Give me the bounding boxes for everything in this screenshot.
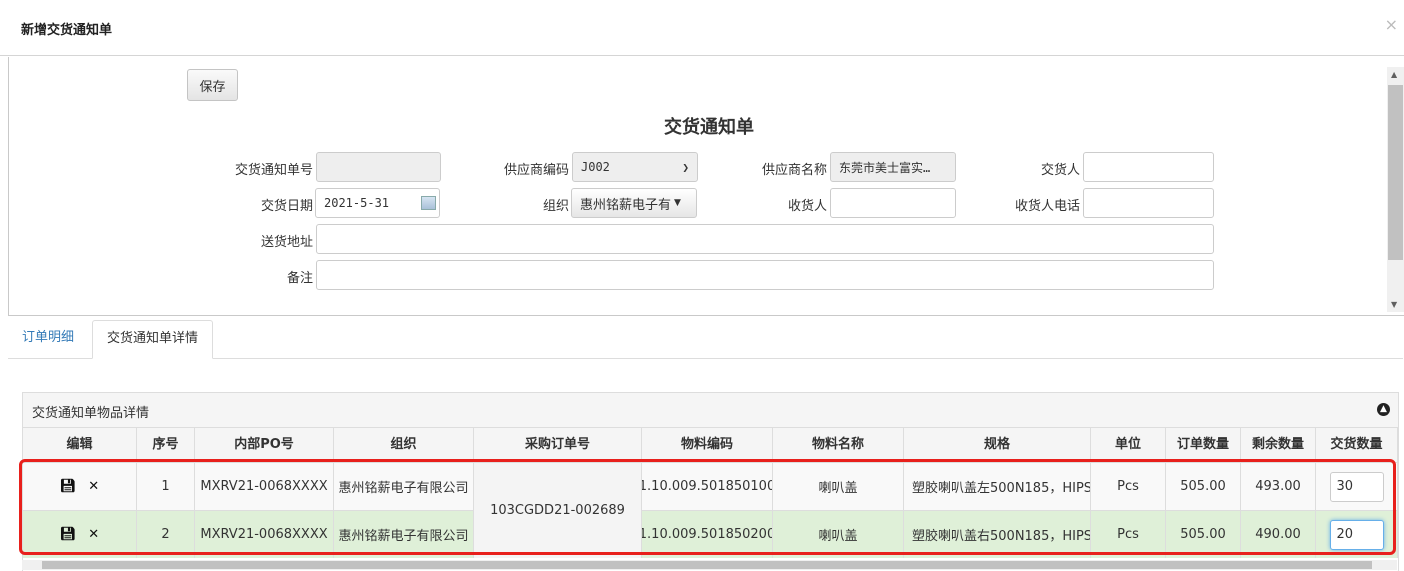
deliverer-label: 交货人 — [1040, 163, 1080, 178]
material-code-cell: 1.10.009.501850100 — [642, 463, 773, 510]
tab-notice-detail[interactable]: 交货通知单详情 — [92, 320, 214, 359]
tab-order-detail[interactable]: 订单明细 — [8, 320, 88, 358]
notice-no-field[interactable] — [316, 152, 441, 182]
address-field[interactable] — [316, 224, 1214, 254]
col-order-qty: 订单数量 — [1166, 428, 1241, 462]
remain-qty-cell: 490.00 — [1241, 511, 1316, 558]
grid-caption: 交货通知单物品详情 ▲ — [23, 393, 1398, 428]
modal-header: 新增交货通知单 × — [0, 0, 1404, 56]
remain-qty-cell: 493.00 — [1241, 463, 1316, 510]
table-header: 编辑 序号 内部PO号 组织 采购订单号 物料编码 物料名称 规格 单位 订单数… — [23, 428, 1398, 463]
spec-cell: 塑胶喇叭盖左500N185，HIPS黑 — [904, 463, 1091, 510]
seq-cell: 1 — [137, 463, 195, 510]
item-grid: 交货通知单物品详情 ▲ 编辑 序号 内部PO号 组织 采购订单号 物料编码 物料… — [22, 392, 1399, 571]
org-cell: 惠州铭薪电子有限公司 — [334, 463, 474, 510]
scrollbar-thumb[interactable] — [42, 561, 1372, 569]
edit-cell: 💾︎ ✕ — [23, 463, 137, 510]
grid-caption-title: 交货通知单物品详情 — [32, 406, 150, 421]
col-remain-qty: 剩余数量 — [1241, 428, 1316, 462]
delivery-date-value: 2021-5-31 — [324, 196, 390, 210]
deliver-qty-input[interactable]: 30 — [1329, 471, 1384, 502]
material-name-cell: 喇叭盖 — [773, 463, 904, 510]
col-deliver-qty: 交货数量 — [1316, 428, 1398, 462]
unit-cell: Pcs — [1091, 463, 1166, 510]
receiver-phone-field[interactable] — [1083, 188, 1214, 218]
chevron-down-icon: ❯ — [682, 161, 689, 174]
edit-cell: 💾︎ ✕ — [23, 511, 137, 558]
form-title: 交货通知单 — [664, 117, 754, 138]
close-icon[interactable]: × — [1385, 15, 1398, 34]
deliver-qty-input[interactable]: 20 — [1329, 519, 1384, 550]
scrollbar-thumb[interactable] — [1388, 85, 1403, 260]
notice-no-label: 交货通知单号 — [234, 163, 313, 178]
col-purchase-order: 采购订单号 — [474, 428, 642, 462]
delivery-date-label: 交货日期 — [260, 199, 313, 214]
deliver-qty-cell: 30 — [1316, 463, 1398, 510]
po-cell: MXRV21-0068XXXX — [195, 511, 334, 558]
org-dropdown[interactable]: 惠州铭薪电子有 ▼ — [571, 188, 697, 218]
purchase-order-cell: 103CGDD21-002689 — [474, 463, 642, 558]
material-name-cell: 喇叭盖 — [773, 511, 904, 558]
vertical-scrollbar[interactable]: ▲ ▼ — [1387, 67, 1404, 312]
col-po: 内部PO号 — [195, 428, 334, 462]
seq-cell: 2 — [137, 511, 195, 558]
scroll-down-icon[interactable]: ▼ — [1391, 300, 1397, 309]
org-cell: 惠州铭薪电子有限公司 — [334, 511, 474, 558]
col-unit: 单位 — [1091, 428, 1166, 462]
col-org: 组织 — [334, 428, 474, 462]
delete-row-icon[interactable]: ✕ — [88, 479, 99, 494]
supplier-code-select[interactable]: J002 ❯ — [572, 152, 698, 182]
save-row-icon[interactable]: 💾︎ — [60, 479, 77, 494]
col-seq: 序号 — [137, 428, 195, 462]
form-panel: 保存 交货通知单 交货通知单号 供应商编码 J002 ❯ 供应商名称 东莞市美士… — [8, 57, 1404, 316]
scroll-up-icon[interactable]: ▲ — [1391, 70, 1397, 79]
horizontal-scrollbar[interactable] — [22, 560, 1397, 570]
receiver-label: 收货人 — [787, 199, 827, 214]
caret-down-icon: ▼ — [674, 198, 681, 208]
unit-cell: Pcs — [1091, 511, 1166, 558]
supplier-name-label: 供应商名称 — [761, 163, 827, 178]
tab-bar: 订单明细 交货通知单详情 — [8, 320, 1403, 359]
supplier-code-label: 供应商编码 — [503, 163, 569, 178]
modal-title: 新增交货通知单 — [21, 23, 113, 38]
deliver-qty-cell: 20 — [1316, 511, 1398, 558]
org-label: 组织 — [542, 199, 569, 214]
delete-row-icon[interactable]: ✕ — [88, 527, 99, 542]
receiver-field[interactable] — [830, 188, 956, 218]
save-row-icon[interactable]: 💾︎ — [60, 527, 77, 542]
save-button[interactable]: 保存 — [187, 69, 238, 101]
calendar-icon[interactable] — [421, 196, 436, 210]
supplier-name-field[interactable]: 东莞市美士富实… — [830, 152, 956, 182]
collapse-icon[interactable]: ▲ — [1377, 403, 1390, 416]
table-row[interactable]: 💾︎ ✕ 2 MXRV21-0068XXXX 惠州铭薪电子有限公司 1.10.0… — [23, 511, 1398, 558]
order-qty-cell: 505.00 — [1166, 463, 1241, 510]
address-label: 送货地址 — [260, 235, 313, 250]
deliverer-field[interactable] — [1083, 152, 1214, 182]
org-value: 惠州铭薪电子有 — [580, 197, 672, 213]
po-cell: MXRV21-0068XXXX — [195, 463, 334, 510]
spec-cell: 塑胶喇叭盖右500N185，HIPS黑 — [904, 511, 1091, 558]
col-edit: 编辑 — [23, 428, 137, 462]
supplier-code-value: J002 — [581, 160, 610, 174]
receiver-phone-label: 收货人电话 — [1014, 199, 1080, 214]
col-material-name: 物料名称 — [773, 428, 904, 462]
remark-label: 备注 — [286, 271, 313, 286]
order-qty-cell: 505.00 — [1166, 511, 1241, 558]
table-row[interactable]: 💾︎ ✕ 1 MXRV21-0068XXXX 惠州铭薪电子有限公司 1.10.0… — [23, 463, 1398, 511]
col-material-code: 物料编码 — [642, 428, 773, 462]
col-spec: 规格 — [904, 428, 1091, 462]
delivery-date-field[interactable]: 2021-5-31 — [315, 188, 440, 218]
material-code-cell: 1.10.009.501850200 — [642, 511, 773, 558]
remark-field[interactable] — [316, 260, 1214, 290]
